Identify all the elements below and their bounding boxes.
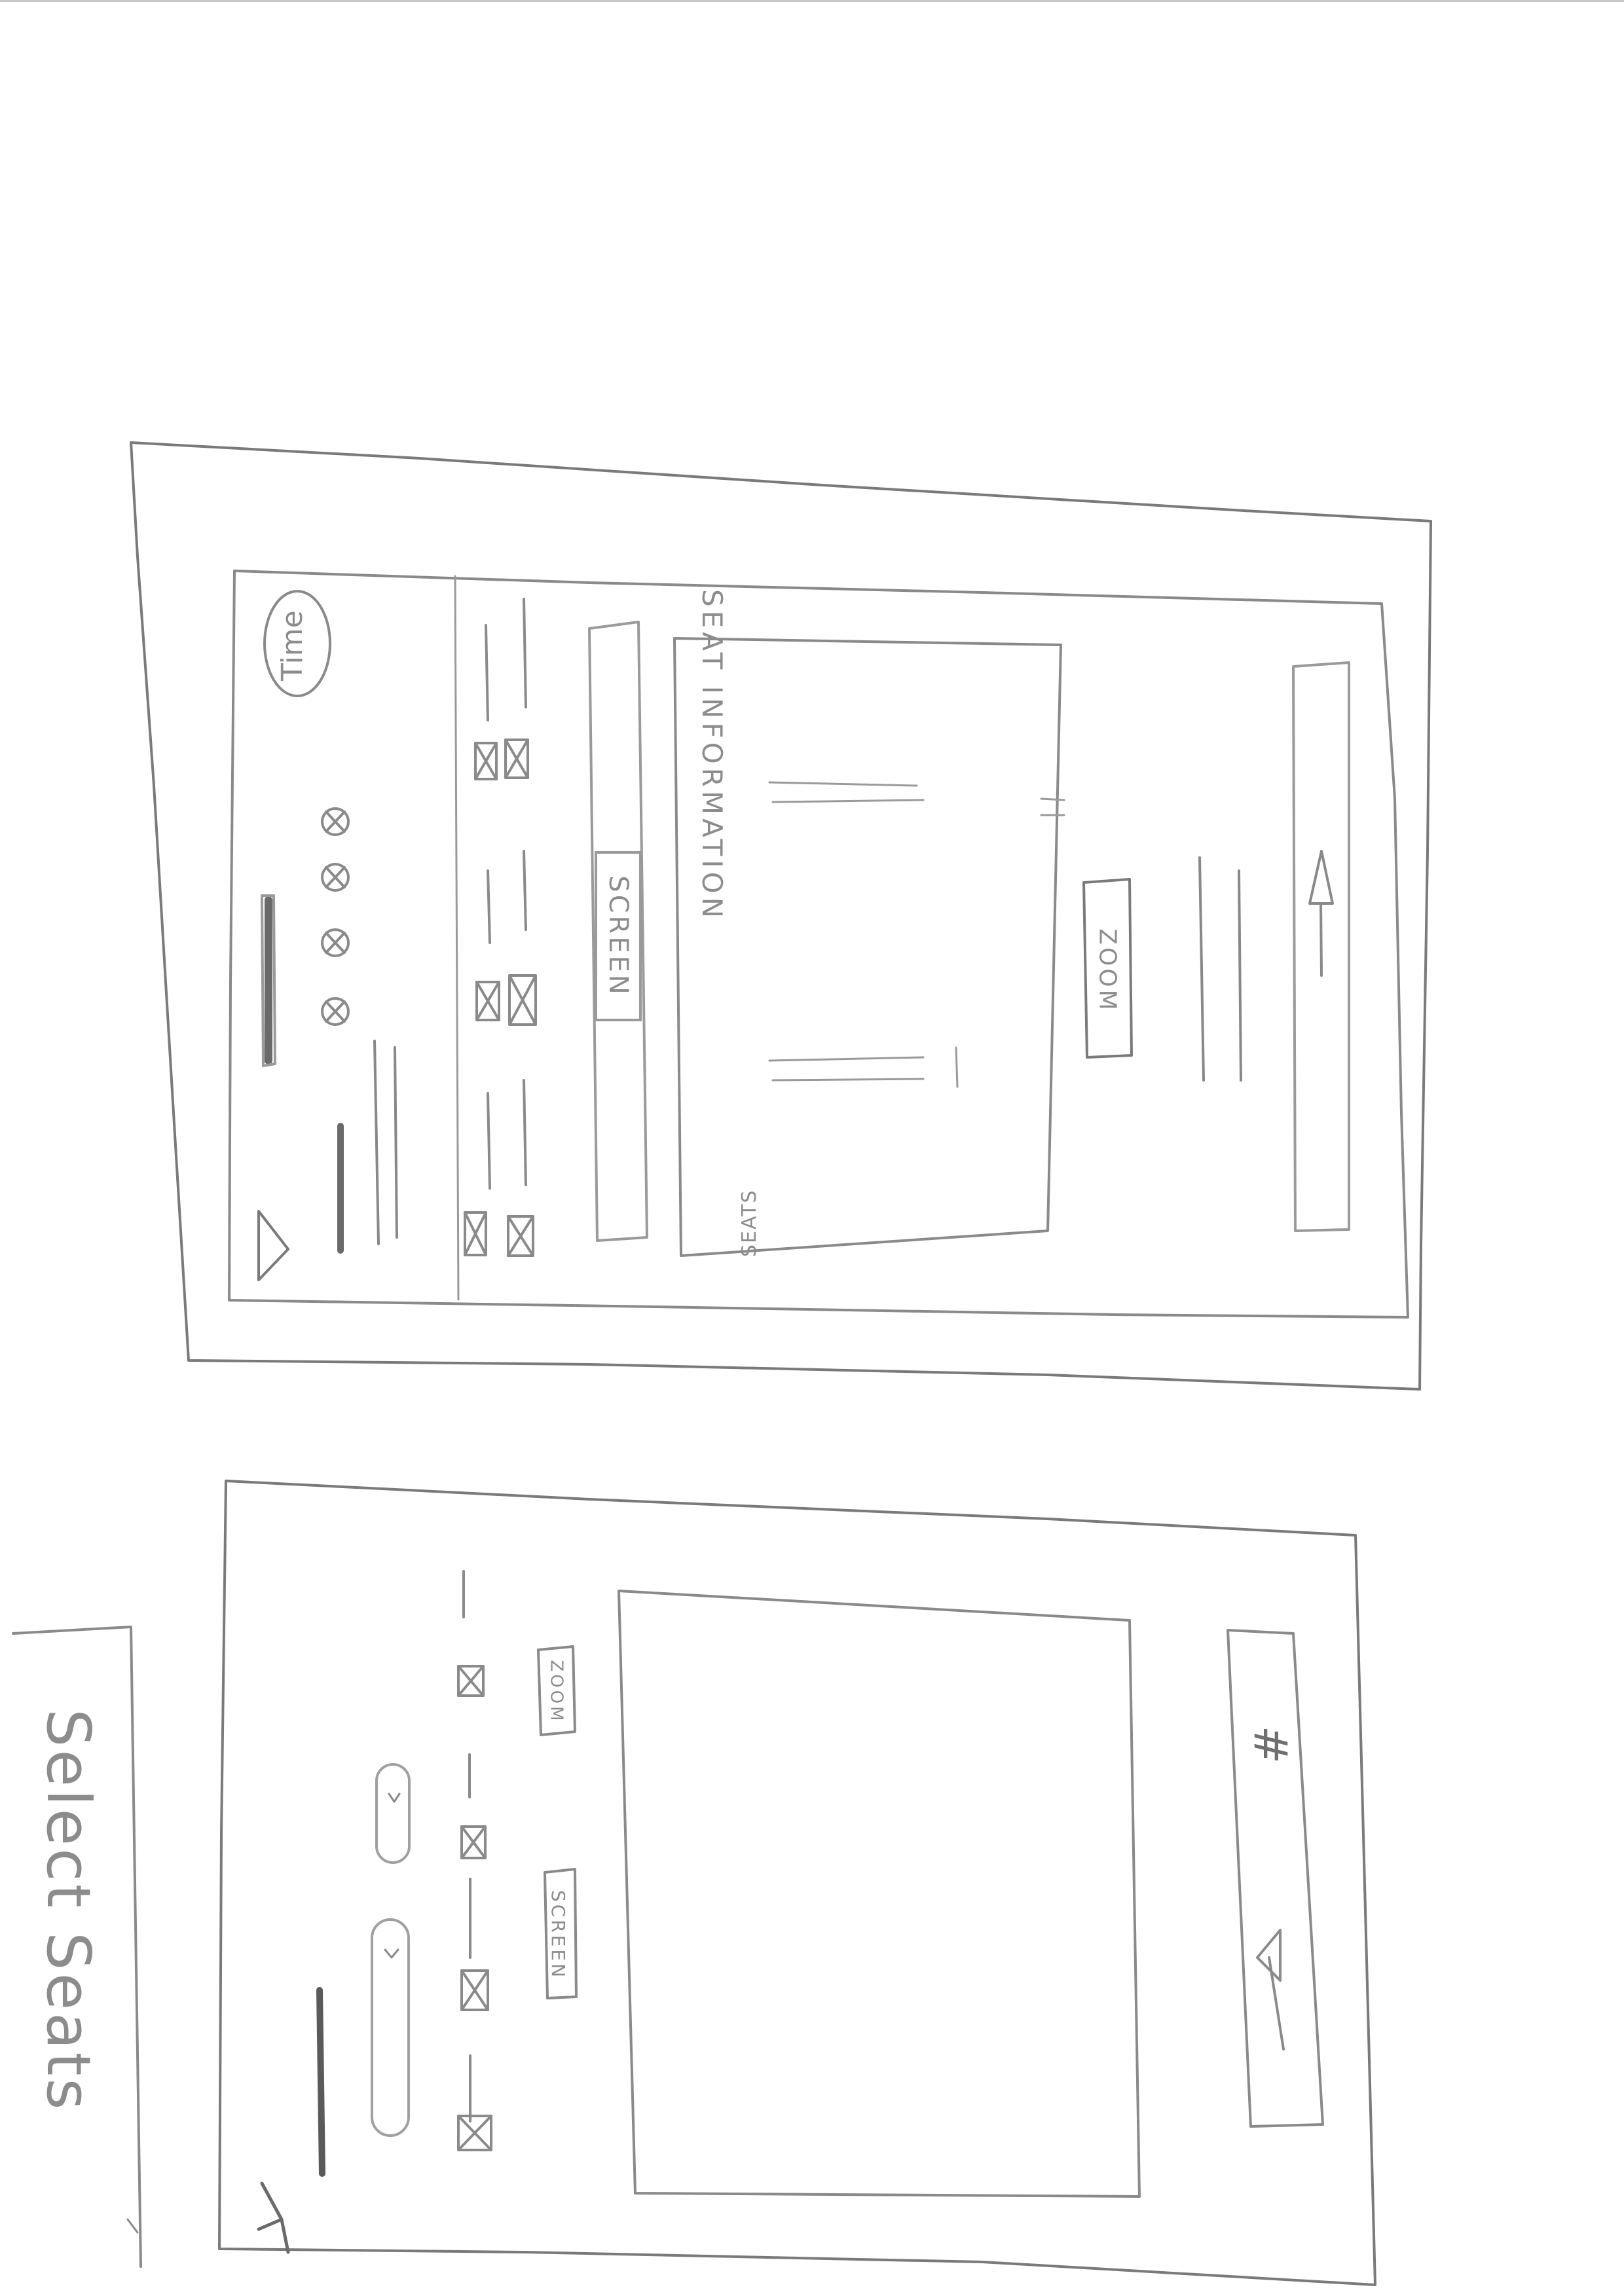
- sketch1-zoom-button[interactable]: ZOOM: [1087, 887, 1128, 1054]
- sketch1-left-divider: [454, 575, 460, 1301]
- sketch2-time-dropdown[interactable]: [377, 1764, 409, 1863]
- sketch2-zoom-label: ZOOM: [547, 1660, 566, 1724]
- sketch2-back-arrow-button[interactable]: [255, 2180, 295, 2255]
- sketch2-proceed-button[interactable]: [1228, 1630, 1320, 2124]
- sketch2-seat-map[interactable]: [619, 1591, 1136, 2196]
- sketch2-screen-button: SCREEN: [542, 1872, 575, 1997]
- sketch1-zoom-label: ZOOM: [1094, 928, 1121, 1013]
- sketch2-screen-label: SCREEN: [547, 1889, 570, 1980]
- sketch1-screen-bar: SCREEN: [595, 851, 642, 1021]
- sketch2-title: Select Seats: [33, 1709, 103, 2113]
- sketch1-seat-map[interactable]: [674, 638, 1061, 1247]
- sketch2-date-dropdown[interactable]: [372, 1920, 409, 2136]
- sketch2-zoom-button[interactable]: ZOOM: [540, 1650, 574, 1734]
- sketch1-proceed-button[interactable]: [1293, 666, 1349, 1230]
- sketch1-time-label[interactable]: Time: [276, 610, 309, 681]
- sketch1-screen-label: SCREEN: [603, 875, 633, 997]
- sketch1-back-arrow-button[interactable]: [252, 1208, 295, 1283]
